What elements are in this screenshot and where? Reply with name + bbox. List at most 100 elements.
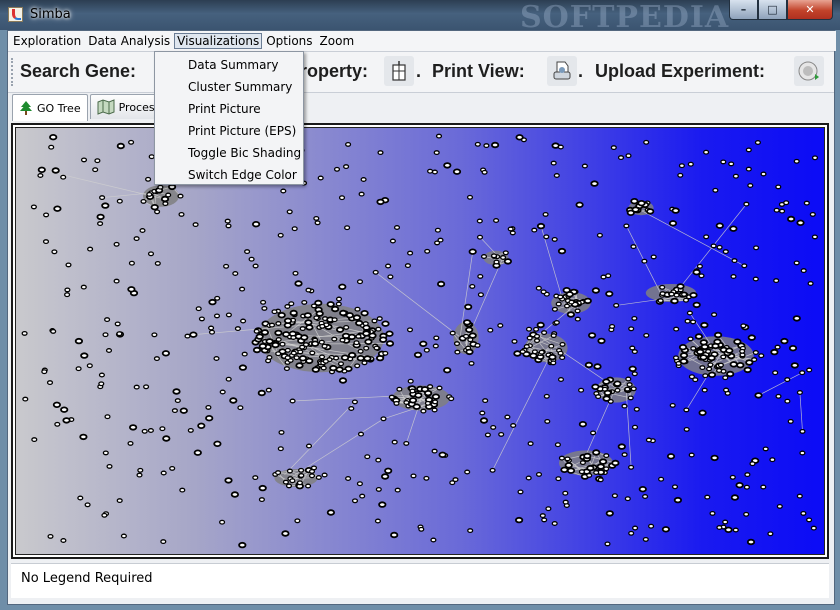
graph-node[interactable] <box>699 365 706 371</box>
graph-node[interactable] <box>187 427 194 433</box>
graph-node[interactable] <box>463 333 470 339</box>
graph-node[interactable] <box>550 360 557 366</box>
graph-node[interactable] <box>692 377 699 383</box>
graph-node[interactable] <box>253 328 260 334</box>
graph-node[interactable] <box>237 405 244 411</box>
network-graph-canvas[interactable] <box>15 127 825 555</box>
graph-node[interactable] <box>568 299 575 305</box>
graph-node[interactable] <box>465 348 474 356</box>
graph-node[interactable] <box>404 263 411 269</box>
graph-node[interactable] <box>113 278 120 284</box>
graph-node[interactable] <box>773 278 780 284</box>
graph-node[interactable] <box>726 370 735 378</box>
graph-node[interactable] <box>284 347 291 353</box>
graph-node[interactable] <box>551 306 558 312</box>
graph-node[interactable] <box>147 251 155 257</box>
graph-node[interactable] <box>294 280 303 287</box>
graph-node[interactable] <box>604 541 611 547</box>
graph-node[interactable] <box>679 358 688 365</box>
graph-node[interactable] <box>420 408 427 414</box>
graph-node[interactable] <box>557 350 564 356</box>
graph-node[interactable] <box>104 414 111 420</box>
graph-node[interactable] <box>407 378 414 384</box>
menu-item-print-picture[interactable]: Print Picture <box>155 98 303 120</box>
graph-node[interactable] <box>50 328 57 334</box>
graph-node[interactable] <box>790 362 799 369</box>
graph-node[interactable] <box>578 469 585 475</box>
graph-node[interactable] <box>474 141 481 147</box>
print-view-button[interactable] <box>547 56 577 86</box>
graph-node[interactable] <box>784 377 791 383</box>
graph-node[interactable] <box>659 291 666 297</box>
graph-node[interactable] <box>489 467 496 473</box>
graph-node[interactable] <box>97 221 104 227</box>
graph-node[interactable] <box>60 538 67 543</box>
graph-node[interactable] <box>483 143 490 149</box>
graph-node[interactable] <box>477 292 484 298</box>
graph-node[interactable] <box>586 472 593 478</box>
graph-node[interactable] <box>668 220 678 227</box>
graph-node[interactable] <box>189 331 198 338</box>
graph-node[interactable] <box>624 386 631 392</box>
graph-node[interactable] <box>722 519 729 525</box>
graph-node[interactable] <box>47 533 54 539</box>
graph-node[interactable] <box>683 407 690 413</box>
graph-node[interactable] <box>448 396 455 402</box>
graph-node[interactable] <box>239 286 246 292</box>
graph-node[interactable] <box>591 287 601 294</box>
graph-node[interactable] <box>289 398 296 404</box>
graph-node[interactable] <box>128 139 135 145</box>
graph-node[interactable] <box>37 173 44 178</box>
graph-node[interactable] <box>807 281 814 286</box>
graph-node[interactable] <box>300 334 309 341</box>
graph-node[interactable] <box>544 418 551 424</box>
graph-node[interactable] <box>64 287 71 293</box>
menu-item-cluster-summary[interactable]: Cluster Summary <box>155 76 303 98</box>
graph-node[interactable] <box>116 498 123 504</box>
graph-node[interactable] <box>92 167 99 173</box>
graph-node[interactable] <box>244 249 251 255</box>
graph-node[interactable] <box>597 477 604 483</box>
graph-node[interactable] <box>195 306 202 312</box>
graph-node[interactable] <box>525 326 533 332</box>
graph-node[interactable] <box>113 241 120 247</box>
graph-node[interactable] <box>632 525 639 531</box>
graph-node[interactable] <box>310 340 320 347</box>
graph-node[interactable] <box>390 531 399 539</box>
graph-node[interactable] <box>562 490 569 496</box>
graph-node[interactable] <box>353 340 360 346</box>
network-graph[interactable] <box>16 128 826 556</box>
graph-node[interactable] <box>787 418 794 424</box>
graph-node[interactable] <box>184 333 191 339</box>
graph-node[interactable] <box>413 351 423 359</box>
graph-node[interactable] <box>467 528 474 534</box>
graph-node[interactable] <box>177 193 184 199</box>
graph-node[interactable] <box>800 510 807 516</box>
graph-node[interactable] <box>384 467 393 474</box>
graph-node[interactable] <box>375 326 382 332</box>
graph-node[interactable] <box>770 348 779 356</box>
graph-node[interactable] <box>52 401 62 408</box>
graph-node[interactable] <box>533 326 540 332</box>
graph-node[interactable] <box>171 408 178 414</box>
graph-node[interactable] <box>403 400 410 405</box>
graph-node[interactable] <box>321 472 328 478</box>
graph-node[interactable] <box>225 376 232 382</box>
graph-node[interactable] <box>443 366 452 374</box>
graph-node[interactable] <box>711 312 718 318</box>
graph-node[interactable] <box>208 329 216 335</box>
graph-node[interactable] <box>298 473 305 478</box>
graph-node[interactable] <box>133 384 140 390</box>
graph-node[interactable] <box>535 471 543 477</box>
graph-node[interactable] <box>555 301 562 307</box>
graph-node[interactable] <box>345 476 352 481</box>
graph-node[interactable] <box>299 344 306 350</box>
graph-node[interactable] <box>504 414 511 420</box>
graph-node[interactable] <box>542 211 549 217</box>
graph-node[interactable] <box>136 472 143 478</box>
graph-node[interactable] <box>603 389 612 397</box>
graph-node[interactable] <box>621 452 628 458</box>
graph-node[interactable] <box>566 467 576 474</box>
graph-node[interactable] <box>410 473 417 479</box>
graph-node[interactable] <box>162 201 169 207</box>
